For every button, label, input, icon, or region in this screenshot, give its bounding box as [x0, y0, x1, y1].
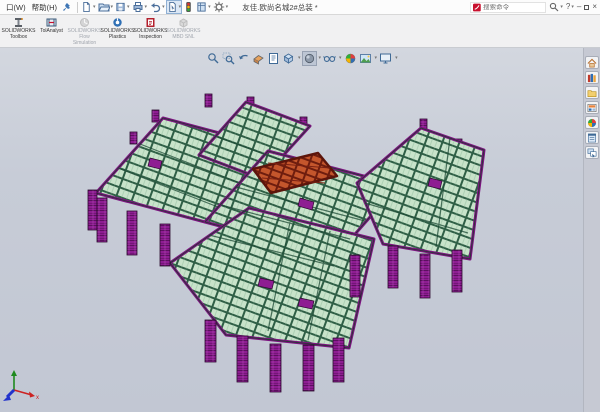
dropdown-icon[interactable]: ▾ [375, 56, 378, 61]
addin-label: SOLIDWORKS Toolbox [2, 29, 36, 41]
dropdown-icon[interactable]: ▾ [395, 56, 398, 61]
menu-window[interactable]: 口(W) [6, 2, 26, 13]
view-settings-icon[interactable] [379, 52, 392, 65]
view-palette-icon[interactable] [585, 101, 599, 114]
solidworks-logo-icon [473, 3, 481, 12]
dropdown-icon[interactable]: ▾ [208, 5, 211, 10]
zoom-to-fit-icon[interactable] [207, 52, 220, 65]
rebuild-traffic-light-button[interactable] [183, 1, 194, 13]
select-button[interactable]: ▾ [167, 1, 182, 13]
pushpin-icon[interactable] [63, 3, 71, 12]
dropdown-icon[interactable]: ▾ [145, 5, 148, 10]
flow-simulation-icon [79, 17, 90, 28]
minimize-button[interactable]: – [577, 3, 581, 11]
new-button[interactable]: ▾ [81, 1, 96, 13]
addin-flow-simulation[interactable]: SOLIDWORKS Flow Simulation [68, 16, 101, 47]
dropdown-icon[interactable]: ▾ [127, 5, 130, 10]
menu-help[interactable]: 帮助(H) [32, 2, 57, 13]
quick-access-toolbar: ▾ ▾ ▾ ▾ ▾ ▾ [81, 1, 228, 13]
edit-appearance-icon[interactable] [344, 52, 357, 65]
close-button[interactable]: × [592, 3, 597, 11]
section-view-icon[interactable] [252, 52, 265, 65]
addin-mbd-snl[interactable]: SOLIDWORKS MBD SNL [167, 16, 200, 42]
addin-label: SOLIDWORKS Flow Simulation [68, 29, 102, 46]
addin-solidworks-toolbox[interactable]: SOLIDWORKS Toolbox [2, 16, 35, 42]
addin-label: SOLIDWORKS Plastics [101, 29, 135, 41]
dropdown-icon[interactable]: ▾ [560, 5, 563, 10]
dropdown-icon[interactable]: ▾ [179, 5, 182, 10]
plastics-icon [112, 17, 123, 28]
x-axis-label: x [36, 395, 39, 401]
previous-view-icon[interactable] [237, 52, 250, 65]
addin-label: TolAnalyst [40, 29, 63, 35]
dropdown-icon[interactable]: ▾ [93, 5, 96, 10]
task-pane-strip [583, 48, 600, 412]
help-button[interactable]: ? ▾ [566, 3, 574, 11]
open-button[interactable]: ▾ [98, 1, 114, 13]
addin-inspection[interactable]: SOLIDWORKS Inspection [134, 16, 167, 42]
help-glyph: ? [566, 3, 570, 11]
dropdown-icon[interactable]: ▾ [226, 5, 229, 10]
title-bar: 口(W) 帮助(H) ▾ ▾ ▾ ▾ ▾ [0, 0, 600, 15]
save-button[interactable]: ▾ [115, 1, 130, 13]
coordinate-triad: x [0, 368, 44, 404]
appearances-scenes-decals-icon[interactable] [585, 116, 599, 129]
zoom-to-area-icon[interactable] [222, 52, 235, 65]
divider [77, 2, 78, 13]
restore-button[interactable] [584, 5, 589, 10]
addins-ribbon: SOLIDWORKS Toolbox TolAnalyst SOLIDWORKS… [0, 15, 600, 48]
undo-button[interactable]: ▾ [149, 1, 165, 13]
heads-up-view-toolbar: ▾ ▾ ▾ ▾ ▾ [207, 52, 398, 65]
titlebar-right: ▾ ? ▾ – × [470, 2, 597, 13]
solidworks-forum-icon[interactable] [585, 146, 599, 159]
file-properties-button[interactable]: ▾ [196, 1, 211, 13]
dynamic-annotation-views-icon[interactable] [267, 52, 280, 65]
search-options-button[interactable]: ▾ [549, 2, 563, 12]
options-button[interactable]: ▾ [213, 1, 229, 13]
toolbox-icon [13, 17, 24, 28]
tolanalyst-icon [46, 17, 57, 28]
mbd-snl-icon [178, 17, 189, 28]
apply-scene-icon[interactable] [359, 52, 372, 65]
formwork-assembly-model[interactable] [0, 48, 583, 412]
search-box[interactable] [470, 2, 546, 13]
solidworks-window: 口(W) 帮助(H) ▾ ▾ ▾ ▾ ▾ [0, 0, 600, 412]
file-explorer-icon[interactable] [585, 86, 599, 99]
dropdown-icon[interactable]: ▾ [339, 56, 342, 61]
addin-label: SOLIDWORKS MBD SNL [167, 29, 201, 41]
dropdown-icon[interactable]: ▾ [111, 5, 114, 10]
addin-label: SOLIDWORKS Inspection [134, 29, 168, 41]
display-style-icon[interactable] [303, 52, 316, 65]
custom-properties-icon[interactable] [585, 131, 599, 144]
dropdown-icon[interactable]: ▾ [319, 56, 322, 61]
hide-show-items-icon[interactable] [323, 52, 336, 65]
dropdown-icon[interactable]: ▾ [162, 5, 165, 10]
dropdown-icon[interactable]: ▾ [298, 56, 301, 61]
dropdown-icon[interactable]: ▾ [571, 5, 574, 10]
print-button[interactable]: ▾ [132, 1, 148, 13]
search-input[interactable] [483, 4, 543, 11]
graphics-viewport[interactable]: ▾ ▾ ▾ ▾ ▾ [0, 48, 583, 412]
addin-plastics[interactable]: SOLIDWORKS Plastics [101, 16, 134, 42]
inspection-icon [145, 17, 156, 28]
solidworks-resources-icon[interactable] [585, 56, 599, 69]
view-orientation-icon[interactable] [282, 52, 295, 65]
design-library-icon[interactable] [585, 71, 599, 84]
addin-tolanalyst[interactable]: TolAnalyst [35, 16, 68, 36]
